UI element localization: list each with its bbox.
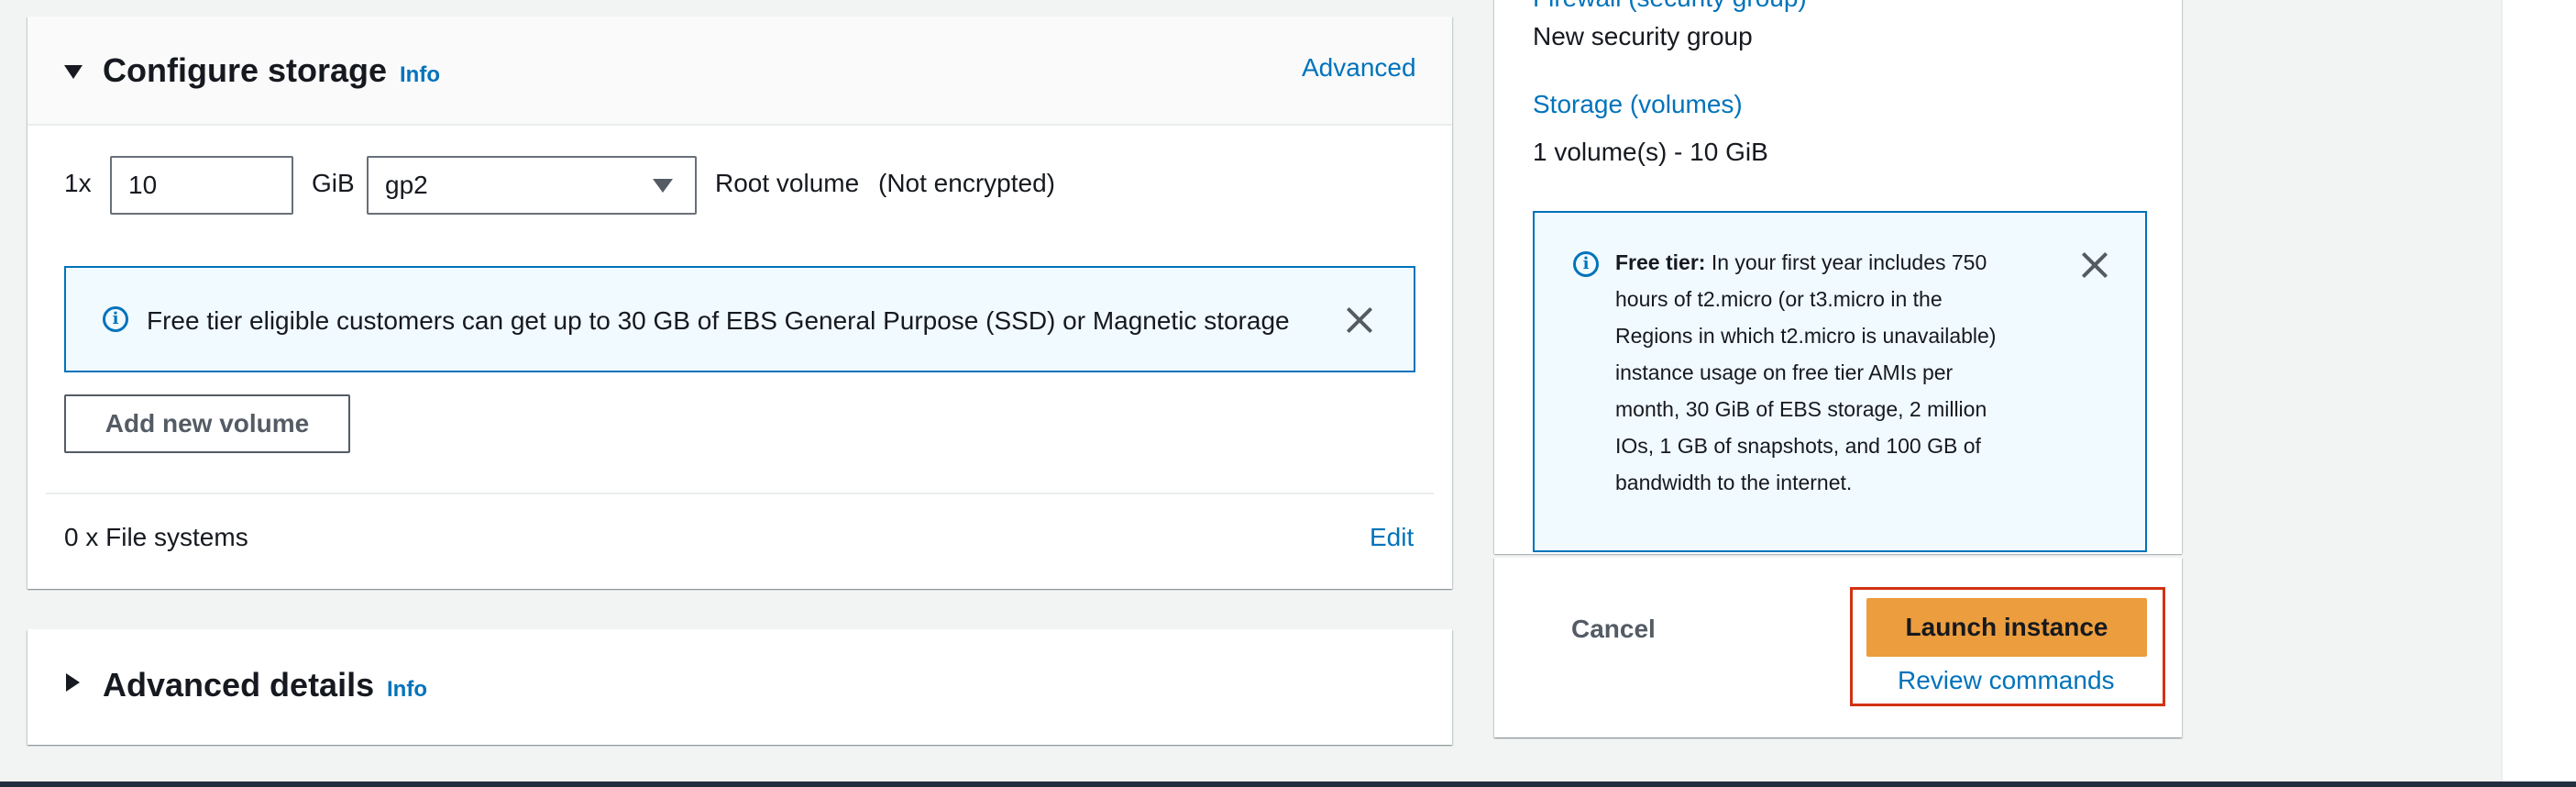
- free-tier-storage-alert: i Free tier eligible customers can get u…: [64, 266, 1415, 372]
- firewall-link[interactable]: Firewall (security group): [1533, 0, 1807, 13]
- root-volume-label: Root volume: [715, 169, 860, 197]
- free-tier-line: Regions in which t2.micro is unavailable…: [1615, 324, 1997, 348]
- storage-volumes-link[interactable]: Storage (volumes): [1533, 90, 1743, 119]
- right-side-panel: [2503, 0, 2576, 787]
- launch-instance-button[interactable]: Launch instance: [1866, 598, 2147, 657]
- volume-size-unit: GiB: [312, 169, 355, 197]
- free-tier-line: instance usage on free tier AMIs per: [1615, 360, 1954, 384]
- close-icon[interactable]: [2081, 251, 2108, 279]
- caret-right-icon[interactable]: [66, 673, 80, 692]
- summary-footer: Cancel Launch instance Review commands: [1494, 558, 2182, 737]
- advanced-details-info-link[interactable]: Info: [387, 677, 427, 703]
- cancel-button[interactable]: Cancel: [1571, 615, 1656, 644]
- caret-down-icon[interactable]: [64, 65, 83, 79]
- free-tier-heading: Free tier:: [1615, 250, 1706, 274]
- summary-panel: Firewall (security group) New security g…: [1494, 0, 2182, 554]
- edit-file-systems-link[interactable]: Edit: [1370, 523, 1414, 552]
- free-tier-line: bandwidth to the internet.: [1615, 471, 1853, 494]
- free-tier-line: IOs, 1 GB of snapshots, and 100 GB of: [1615, 434, 1981, 458]
- advanced-details-panel[interactable]: Advanced details Info: [28, 629, 1452, 745]
- add-new-volume-button[interactable]: Add new volume: [64, 394, 350, 453]
- configure-storage-header[interactable]: Configure storage Info Advanced: [28, 17, 1452, 126]
- free-tier-text: Free tier: In your first year includes 7…: [1615, 244, 2055, 501]
- review-commands-link[interactable]: Review commands: [1898, 666, 2115, 695]
- configure-storage-panel: Configure storage Info Advanced 1x 10 Gi…: [28, 17, 1452, 589]
- close-icon[interactable]: [1346, 306, 1373, 334]
- divider: [46, 493, 1434, 494]
- bottom-bar: [0, 781, 2576, 787]
- chevron-down-icon: [653, 179, 673, 193]
- file-systems-label: 0 x File systems: [64, 523, 248, 551]
- free-tier-line: month, 30 GiB of EBS storage, 2 million: [1615, 397, 1987, 421]
- free-tier-line: In your first year includes 750: [1711, 250, 1987, 274]
- info-icon: i: [103, 306, 128, 332]
- volume-size-input[interactable]: 10: [110, 156, 293, 215]
- configure-storage-info-link[interactable]: Info: [400, 62, 440, 88]
- volume-type-select[interactable]: gp2: [367, 156, 697, 215]
- free-tier-storage-text: Free tier eligible customers can get up …: [147, 306, 1290, 335]
- advanced-details-title: Advanced details: [103, 666, 375, 704]
- free-tier-line: hours of t2.micro (or t3.micro in the: [1615, 287, 1943, 311]
- firewall-value: New security group: [1533, 22, 1753, 50]
- storage-volumes-value: 1 volume(s) - 10 GiB: [1533, 138, 1768, 166]
- volume-type-value: gp2: [385, 171, 428, 199]
- free-tier-alert: i Free tier: In your first year includes…: [1533, 211, 2147, 552]
- advanced-link[interactable]: Advanced: [1302, 53, 1416, 83]
- configure-storage-title: Configure storage: [103, 51, 388, 89]
- volume-count-label: 1x: [64, 169, 92, 197]
- encryption-status: (Not encrypted): [878, 169, 1055, 197]
- info-icon: i: [1573, 251, 1599, 277]
